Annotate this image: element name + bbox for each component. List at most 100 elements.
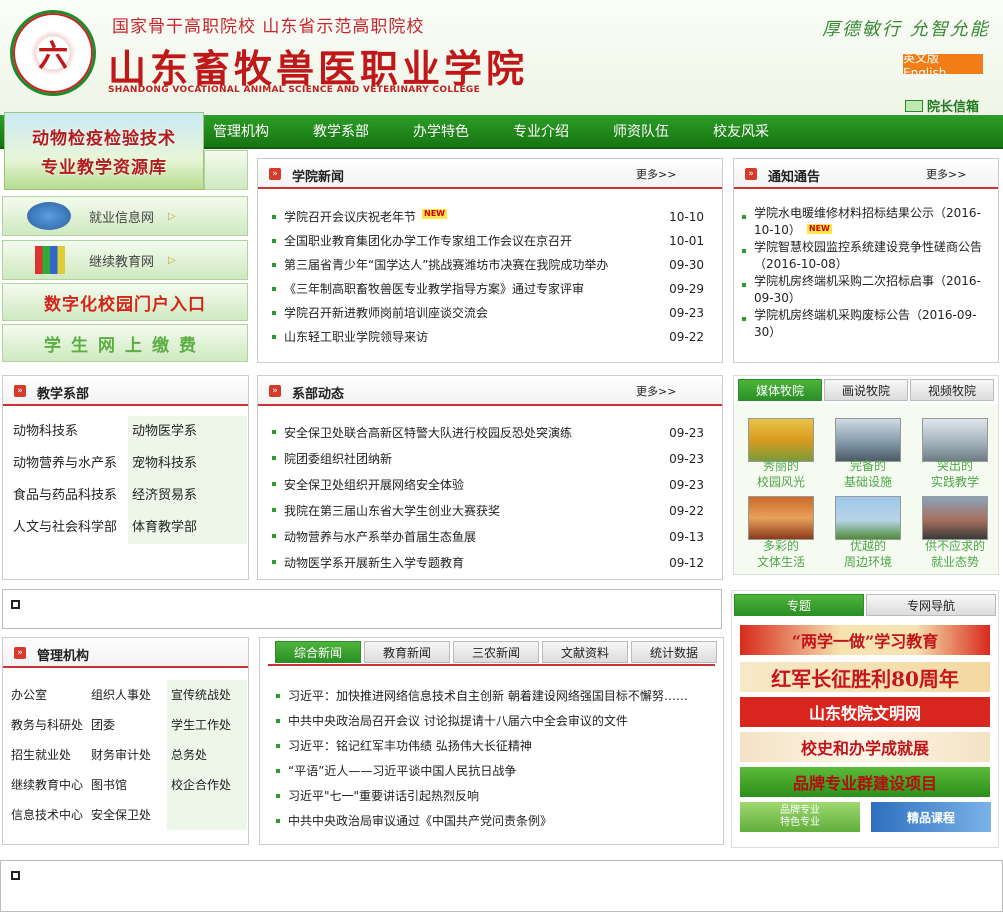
topic-civilization-banner[interactable]: 山东牧院文明网 xyxy=(740,697,990,727)
tab-education-news[interactable]: 教育新闻 xyxy=(364,641,450,663)
news-title[interactable]: 学院召开会议庆祝老年节 xyxy=(284,210,416,224)
list-item[interactable]: 《三年制高职畜牧兽医专业教学指导方案》通过专家评审 09-29 xyxy=(270,277,712,301)
news-title[interactable]: 山东轻工职业学院领导来访 xyxy=(284,330,428,344)
management-link[interactable]: 财务审计处 xyxy=(87,740,167,770)
nav-item-management[interactable]: 管理机构 xyxy=(213,115,269,149)
notice-title[interactable]: 学院智慧校园监控系统建设竞争性磋商公告（2016-10-08） xyxy=(754,240,982,271)
more-link[interactable]: 更多>> xyxy=(636,383,676,399)
notice-title[interactable]: 学院机房终端机采购废标公告（2016-09-30） xyxy=(754,308,976,339)
employment-info-link[interactable]: 就业信息网 ▷ xyxy=(2,196,248,236)
management-link[interactable]: 团委 xyxy=(87,710,167,740)
department-link[interactable]: 食品与药品科技系 xyxy=(9,480,128,512)
resource-library-banner[interactable]: 动物检疫检验技术 专业教学资源库 xyxy=(4,112,204,190)
department-link[interactable]: 经济贸易系 xyxy=(128,480,247,512)
notice-title[interactable]: 学院机房终端机采购二次招标启事（2016-09-30） xyxy=(754,274,981,305)
photo-employment[interactable] xyxy=(922,496,988,540)
news-title[interactable]: 第三届省青少年“国学达人”挑战赛潍坊市决赛在我院成功举办 xyxy=(284,258,608,272)
list-item[interactable]: 学院水电暖维修材料招标结果公示（2016-10-10） NEW xyxy=(740,205,984,239)
department-link[interactable]: 人文与社会科学部 xyxy=(9,512,128,544)
list-item[interactable]: 安全保卫处联合高新区特警大队进行校园反恐处突演练 09-23 xyxy=(270,420,712,446)
tab-pictures[interactable]: 画说牧院 xyxy=(824,379,908,401)
news-title[interactable]: 安全保卫处组织开展网络安全体验 xyxy=(284,478,464,492)
photo-campus[interactable] xyxy=(748,418,814,462)
management-link[interactable]: 办公室 xyxy=(7,680,87,710)
list-item[interactable]: 学院机房终端机采购废标公告（2016-09-30） xyxy=(740,307,984,341)
department-link[interactable]: 动物医学系 xyxy=(128,416,247,448)
tab-agriculture-news[interactable]: 三农新闻 xyxy=(453,641,539,663)
management-link[interactable]: 教务与科研处 xyxy=(7,710,87,740)
list-item[interactable]: 中共中央政治局召开会议 讨论拟提请十八届六中全会审议的文件 xyxy=(274,709,713,734)
photo-environment[interactable] xyxy=(835,496,901,540)
tab-literature[interactable]: 文献资料 xyxy=(542,641,628,663)
topic-history-banner[interactable]: 校史和办学成就展 xyxy=(740,732,990,762)
department-link[interactable]: 宠物科技系 xyxy=(128,448,247,480)
nav-item-alumni[interactable]: 校友风采 xyxy=(713,115,769,149)
tab-web-navigation[interactable]: 专网导航 xyxy=(866,594,996,616)
management-link[interactable]: 总务处 xyxy=(167,740,247,770)
list-item[interactable]: 山东轻工职业学院领导来访 09-22 xyxy=(270,325,712,349)
news-title[interactable]: “平语”近人——习近平谈中国人民抗日战争 xyxy=(288,764,516,778)
topic-long-march-banner[interactable]: 红军长征胜利80周年 xyxy=(740,662,990,692)
tab-videos[interactable]: 视频牧院 xyxy=(910,379,994,401)
digital-campus-portal-link[interactable]: 数字化校园门户入口 xyxy=(2,283,248,321)
list-item[interactable]: 安全保卫处组织开展网络安全体验 09-23 xyxy=(270,472,712,498)
president-mailbox-link[interactable]: 院长信箱 xyxy=(905,96,979,115)
management-link[interactable]: 宣传统战处 xyxy=(167,680,247,710)
photo-facilities[interactable] xyxy=(835,418,901,462)
management-link[interactable]: 校企合作处 xyxy=(167,770,247,800)
news-title[interactable]: 院团委组织社团纳新 xyxy=(284,452,392,466)
news-title[interactable]: 全国职业教育集团化办学工作专家组工作会议在京召开 xyxy=(284,234,572,248)
list-item[interactable]: 第三届省青少年“国学达人”挑战赛潍坊市决赛在我院成功举办 09-30 xyxy=(270,253,712,277)
continuing-education-link[interactable]: 继续教育网 ▷ xyxy=(2,240,248,280)
news-title[interactable]: 习近平：铭记红军丰功伟绩 弘扬伟大长征精神 xyxy=(288,739,532,753)
list-item[interactable]: 院团委组织社团纳新 09-23 xyxy=(270,446,712,472)
management-link[interactable]: 组织人事处 xyxy=(87,680,167,710)
photo-practice[interactable] xyxy=(922,418,988,462)
management-link[interactable]: 继续教育中心 xyxy=(7,770,87,800)
college-logo[interactable]: 六 xyxy=(10,10,96,96)
more-link[interactable]: 更多>> xyxy=(636,166,676,182)
list-item[interactable]: 习近平：铭记红军丰功伟绩 弘扬伟大长征精神 xyxy=(274,734,713,759)
tab-media[interactable]: 媒体牧院 xyxy=(738,379,822,401)
nav-item-features[interactable]: 办学特色 xyxy=(413,115,469,149)
news-title[interactable]: 我院在第三届山东省大学生创业大赛获奖 xyxy=(284,504,500,518)
management-link[interactable]: 招生就业处 xyxy=(7,740,87,770)
news-title[interactable]: 中共中央政治局召开会议 讨论拟提请十八届六中全会审议的文件 xyxy=(288,714,628,728)
list-item[interactable]: 学院召开新进教师岗前培训座谈交流会 09-23 xyxy=(270,301,712,325)
management-link[interactable]: 图书馆 xyxy=(87,770,167,800)
list-item[interactable]: 中共中央政治局审议通过《中国共产党问责条例》 xyxy=(274,809,713,834)
list-item[interactable]: 学院机房终端机采购二次招标启事（2016-09-30） xyxy=(740,273,984,307)
list-item[interactable]: 学院召开会议庆祝老年节 NEW 10-10 xyxy=(270,205,712,229)
list-item[interactable]: 学院智慧校园监控系统建设竞争性磋商公告（2016-10-08） xyxy=(740,239,984,273)
news-title[interactable]: 安全保卫处联合高新区特警大队进行校园反恐处突演练 xyxy=(284,426,572,440)
list-item[interactable]: 我院在第三届山东省大学生创业大赛获奖 09-22 xyxy=(270,498,712,524)
notice-title[interactable]: 学院水电暖维修材料招标结果公示（2016-10-10） xyxy=(754,206,981,237)
news-title[interactable]: 中共中央政治局审议通过《中国共产党问责条例》 xyxy=(288,814,552,828)
nav-item-departments[interactable]: 教学系部 xyxy=(313,115,369,149)
news-title[interactable]: 学院召开新进教师岗前培训座谈交流会 xyxy=(284,306,488,320)
online-payment-link[interactable]: 学生网上缴费 xyxy=(2,324,248,362)
nav-item-faculty[interactable]: 师资队伍 xyxy=(613,115,669,149)
department-link[interactable]: 体育教学部 xyxy=(128,512,247,544)
topic-brand-major-banner[interactable]: 品牌专业群建设项目 xyxy=(740,767,990,797)
topic-quality-course-banner[interactable]: 精品课程 xyxy=(871,802,991,832)
tab-topics[interactable]: 专题 xyxy=(734,594,864,616)
department-link[interactable]: 动物科技系 xyxy=(9,416,128,448)
news-title[interactable]: 动物营养与水产系举办首届生态鱼展 xyxy=(284,530,476,544)
management-link[interactable]: 安全保卫处 xyxy=(87,800,167,830)
management-link[interactable]: 学生工作处 xyxy=(167,710,247,740)
list-item[interactable]: 动物营养与水产系举办首届生态鱼展 09-13 xyxy=(270,524,712,550)
news-title[interactable]: 习近平"七一"重要讲话引起热烈反响 xyxy=(288,789,479,803)
topic-two-studies-banner[interactable]: “两学一做”学习教育 xyxy=(740,625,990,655)
list-item[interactable]: 全国职业教育集团化办学工作专家组工作会议在京召开 10-01 xyxy=(270,229,712,253)
news-title[interactable]: 习近平：加快推进网络信息技术自主创新 朝着建设网络强国目标不懈努…… xyxy=(288,689,688,703)
list-item[interactable]: “平语”近人——习近平谈中国人民抗日战争 xyxy=(274,759,713,784)
list-item[interactable]: 动物医学系开展新生入学专题教育 09-12 xyxy=(270,550,712,576)
department-link[interactable]: 动物营养与水产系 xyxy=(9,448,128,480)
topic-brand-feature-banner[interactable]: 品牌专业 特色专业 xyxy=(740,802,860,832)
more-link[interactable]: 更多>> xyxy=(926,166,966,182)
news-title[interactable]: 《三年制高职畜牧兽医专业教学指导方案》通过专家评审 xyxy=(284,282,584,296)
list-item[interactable]: 习近平"七一"重要讲话引起热烈反响 xyxy=(274,784,713,809)
photo-culture[interactable] xyxy=(748,496,814,540)
management-link[interactable]: 信息技术中心 xyxy=(7,800,87,830)
